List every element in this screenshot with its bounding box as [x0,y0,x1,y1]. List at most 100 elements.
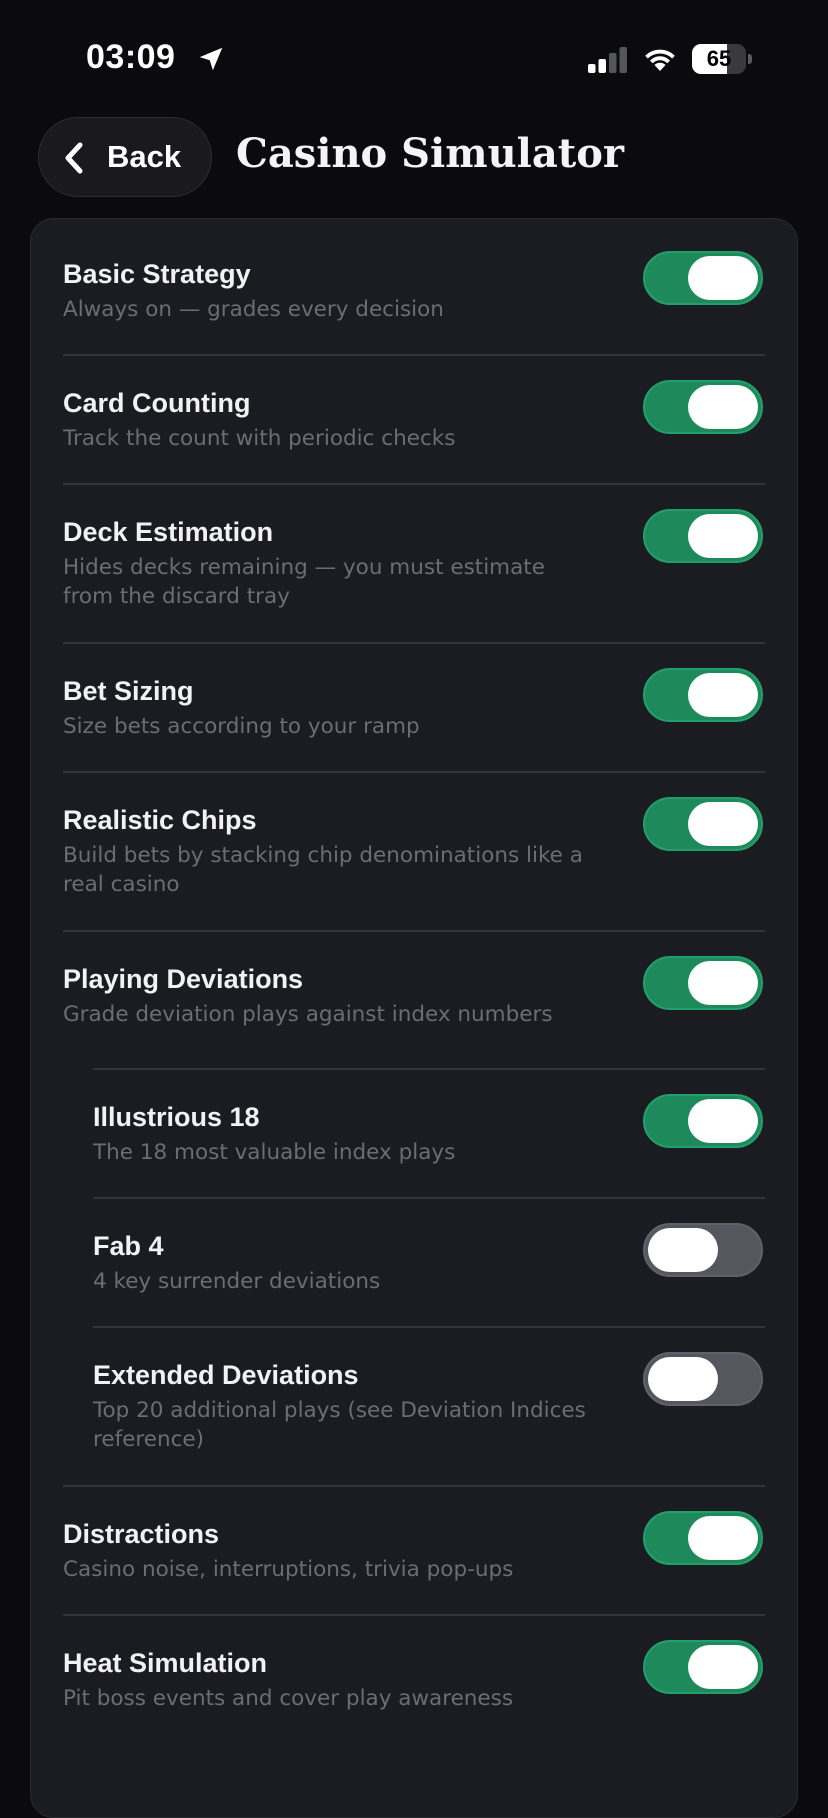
setting-text: Extended Deviations Top 20 additional pla… [93,1358,586,1454]
setting-description: Top 20 additional plays (see Deviation I… [93,1396,586,1454]
back-label: Back [107,139,182,174]
setting-text: Illustrious 18 The 18 most valuable index… [93,1100,455,1167]
toggle-knob [688,385,758,429]
setting-description: Always on — grades every decision [63,295,444,324]
setting-description: Casino noise, interruptions, trivia pop-… [63,1555,513,1584]
setting-row-fab-4: Fab 4 4 key surrender deviations [31,1223,799,1319]
setting-text: Heat Simulation Pit boss events and cover… [63,1646,513,1713]
divider [63,642,765,644]
signal-bar [588,64,596,73]
setting-title: Playing Deviations [63,964,304,994]
setting-row-playing-deviations: Playing Deviations Grade deviation plays … [31,956,799,1052]
divider [63,1614,765,1616]
setting-description-line: 4 key surrender deviations [93,1269,381,1294]
setting-description: The 18 most valuable index plays [93,1138,455,1167]
setting-text: Basic Strategy Always on — grades every d… [63,257,444,324]
setting-description-line: reference) [93,1427,205,1452]
wifi-icon [645,49,675,71]
setting-description-line: Always on — grades every decision [63,297,444,322]
toggle-realistic-chips[interactable] [643,797,763,851]
status-time: 03:09 [86,38,176,76]
setting-text: Card Counting Track the count with period… [63,386,455,453]
divider [93,1068,765,1070]
toggle-distractions[interactable] [643,1511,763,1565]
setting-description: Track the count with periodic checks [63,424,455,453]
setting-text: Realistic Chips Build bets by stacking ch… [63,803,583,899]
setting-description-line: Pit boss events and cover play awareness [63,1686,514,1711]
signal-bar [619,47,627,73]
setting-description-line: Build bets by stacking chip denomination… [63,843,583,868]
status-bar: 03:09 65 [0,0,828,120]
chevron-left-icon [65,142,83,174]
setting-title: Fab 4 [93,1231,164,1261]
setting-row-realistic-chips: Realistic Chips Build bets by stacking ch… [31,797,799,897]
toggle-knob [688,514,758,558]
toggle-card-counting[interactable] [643,380,763,434]
toggle-deck-estimation[interactable] [643,509,763,563]
setting-title: Heat Simulation [63,1648,268,1678]
setting-row-bet-sizing: Bet Sizing Size bets according to your ra… [31,668,799,764]
setting-title: Basic Strategy [63,259,251,289]
setting-row-deck-estimation: Deck Estimation Hides decks remaining — y… [31,509,799,609]
divider [93,1326,765,1328]
setting-description-line: Size bets according to your ramp [63,714,420,739]
setting-row-heat-simulation: Heat Simulation Pit boss events and cover… [31,1640,799,1736]
divider [63,483,765,485]
setting-text: Distractions Casino noise, interruptions,… [63,1517,513,1584]
setting-text: Deck Estimation Hides decks remaining — y… [63,515,545,611]
setting-description: Grade deviation plays against index numb… [63,1000,553,1029]
toggle-knob [688,1645,758,1689]
toggle-knob [688,961,758,1005]
location-arrow-icon [199,47,223,71]
toggle-knob [648,1228,718,1272]
toggle-heat-simulation[interactable] [643,1640,763,1694]
battery-cap [748,54,752,64]
setting-title: Illustrious 18 [93,1102,260,1132]
setting-text: Bet Sizing Size bets according to your ra… [63,674,420,741]
setting-row-card-counting: Card Counting Track the count with period… [31,380,799,476]
toggle-playing-deviations[interactable] [643,956,763,1010]
back-button[interactable]: Back [38,117,212,197]
setting-description: Hides decks remaining — you must estimat… [63,553,545,611]
toggle-basic-strategy[interactable] [643,251,763,305]
toggle-knob [648,1357,718,1401]
toggle-knob [688,256,758,300]
setting-description-line: Grade deviation plays against index numb… [63,1002,553,1027]
setting-description-line: The 18 most valuable index plays [93,1140,456,1165]
setting-title: Deck Estimation [63,517,274,547]
toggle-knob [688,1516,758,1560]
setting-row-illustrious-18: Illustrious 18 The 18 most valuable index… [31,1094,799,1190]
setting-description-line: Track the count with periodic checks [63,426,456,451]
setting-text: Fab 4 4 key surrender deviations [93,1229,380,1296]
setting-description-line: Casino noise, interruptions, trivia pop-… [63,1557,514,1582]
divider [63,1485,765,1487]
toggle-knob [688,802,758,846]
setting-title: Bet Sizing [63,676,194,706]
setting-row-distractions: Distractions Casino noise, interruptions,… [31,1511,799,1607]
divider [63,771,765,773]
toggle-illustrious-18[interactable] [643,1094,763,1148]
toggle-knob [688,1099,758,1143]
battery-percent: 65 [706,46,732,71]
setting-description-line: Hides decks remaining — you must estimat… [63,555,545,580]
toggle-fab-4[interactable] [643,1223,763,1277]
setting-description-line: real casino [63,872,180,897]
setting-title: Card Counting [63,388,251,418]
setting-description: Build bets by stacking chip denomination… [63,841,583,899]
cellular-signal-icon [588,47,627,73]
page-title: Casino Simulator [236,130,624,177]
battery-indicator: 65 [692,44,754,74]
setting-title: Extended Deviations [93,1360,359,1390]
setting-description: Size bets according to your ramp [63,712,420,741]
toggle-extended-deviations[interactable] [643,1352,763,1406]
toggle-bet-sizing[interactable] [643,668,763,722]
setting-description-line: from the discard tray [63,584,290,609]
divider [63,930,765,932]
setting-row-basic-strategy: Basic Strategy Always on — grades every d… [31,251,799,347]
divider [63,354,765,356]
signal-bar [598,59,606,73]
setting-title: Distractions [63,1519,220,1549]
setting-title: Realistic Chips [63,805,257,835]
toggle-knob [688,673,758,717]
setting-description: 4 key surrender deviations [93,1267,380,1296]
